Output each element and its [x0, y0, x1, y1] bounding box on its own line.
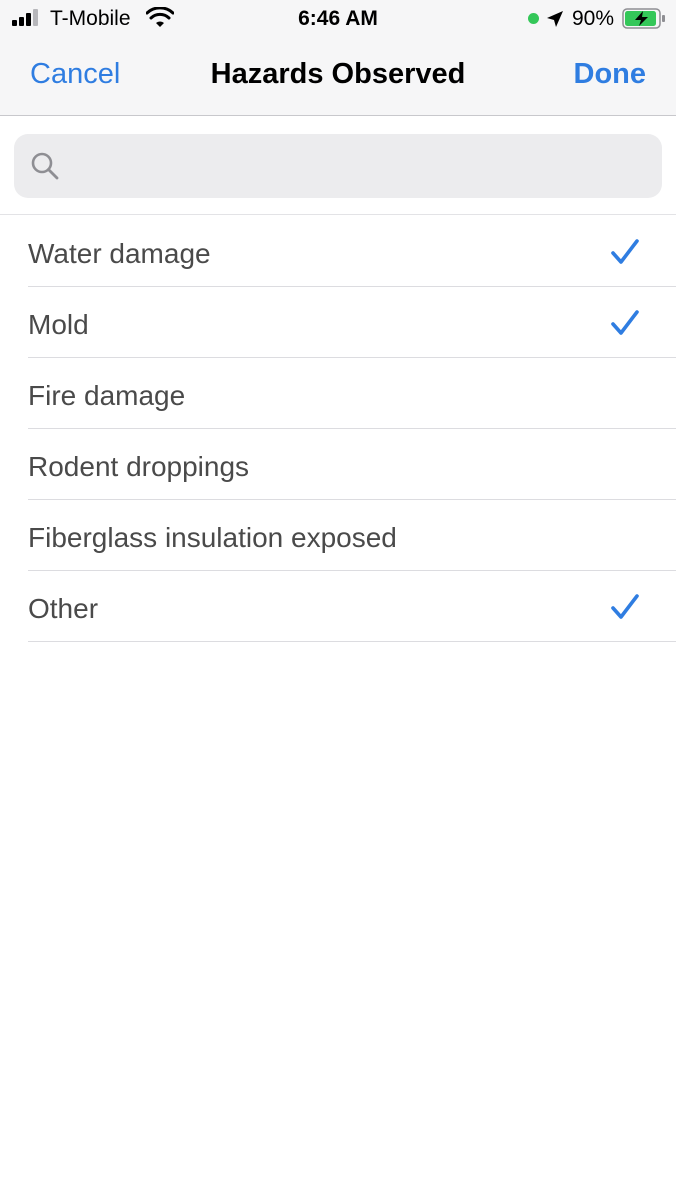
list-item[interactable]: Fiberglass insulation exposed [28, 500, 676, 571]
battery-charging-icon [622, 8, 665, 29]
list-item[interactable]: Rodent droppings [28, 429, 676, 500]
done-button[interactable]: Done [574, 58, 647, 91]
search-bar [0, 117, 676, 215]
search-icon [31, 152, 59, 180]
list-item-label: Water damage [28, 238, 211, 269]
hazard-options-list: Water damage Mold Fire damage Rodent droppi… [0, 216, 676, 642]
list-item-label: Rodent droppings [28, 451, 250, 482]
search-input[interactable] [72, 134, 642, 198]
list-item[interactable]: Mold [28, 287, 676, 358]
list-item[interactable]: Water damage [28, 216, 676, 287]
search-field[interactable] [14, 134, 662, 198]
location-icon [547, 11, 563, 27]
camera-in-use-indicator [528, 13, 539, 24]
list-item-label: Fire damage [28, 380, 186, 411]
list-item-label: Mold [28, 309, 89, 340]
checkmark-icon [611, 310, 639, 335]
list-item-label: Other [28, 593, 99, 624]
checkmark-icon [611, 239, 639, 264]
list-item[interactable]: Fire damage [28, 358, 676, 429]
list-item[interactable]: Other [28, 571, 676, 642]
battery-percent: 90% [572, 7, 615, 30]
list-item-label: Fiberglass insulation exposed [28, 522, 397, 553]
navigation-header: T-Mobile 6:46 AM 90% Cancel Hazards Obse… [0, 0, 676, 116]
status-bar: T-Mobile 6:46 AM 90% [0, 0, 676, 38]
checkmark-icon [611, 594, 639, 619]
